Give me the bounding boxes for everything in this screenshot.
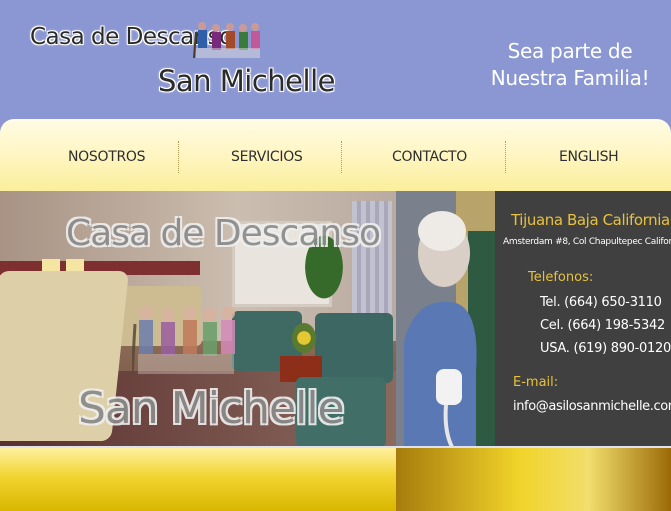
phone-cel[interactable]: Cel. (664) 198-5342	[540, 318, 665, 333]
nav-item-contacto[interactable]: CONTACTO	[392, 149, 467, 165]
slogan: Sea parte de Nuestra Familia!	[490, 38, 650, 92]
site-header: Casa de Descanso San Michelle Sea parte …	[0, 0, 671, 120]
slogan-line1: Sea parte de	[507, 39, 633, 63]
phones-heading: Telefonos:	[528, 270, 594, 285]
contact-address: Amsterdam #8, Col Chapultepec California	[503, 237, 671, 247]
flowers-icon	[292, 323, 316, 353]
phone-usa[interactable]: USA. (619) 890-0120	[540, 341, 671, 356]
contact-city: Tijuana Baja California	[511, 211, 670, 229]
nav-item-nosotros[interactable]: NOSOTROS	[68, 149, 145, 165]
elderly-people-watermark-icon	[132, 306, 235, 378]
phone-tel[interactable]: Tel. (664) 650-3110	[540, 295, 662, 310]
bottom-band-right	[396, 448, 671, 511]
sofa	[315, 313, 393, 383]
watermark-title-line1: Casa de Descanso	[66, 213, 381, 254]
email-heading: E-mail:	[513, 375, 559, 390]
nav-item-servicios[interactable]: SERVICIOS	[231, 149, 303, 165]
logo-title-line2[interactable]: San Michelle	[158, 64, 335, 98]
nav-divider	[341, 141, 342, 173]
nav-item-english[interactable]: ENGLISH	[559, 149, 619, 165]
contact-panel: Tijuana Baja California Amsterdam #8, Co…	[495, 191, 671, 447]
slogan-line2: Nuestra Familia!	[490, 66, 650, 90]
watermark-title-line2: San Michelle	[78, 383, 345, 434]
elderly-people-logo-icon	[193, 22, 260, 59]
main-nav: NOSOTROS SERVICIOS CONTACTO ENGLISH	[0, 119, 671, 191]
bottom-band-left	[0, 448, 396, 511]
elderly-man-illustration	[396, 191, 495, 447]
nav-divider	[178, 141, 179, 173]
nav-divider	[505, 141, 506, 173]
room-photo: Casa de Descanso San Michelle	[0, 191, 396, 447]
elderly-man-photo	[396, 191, 495, 447]
email-link[interactable]: info@asilosanmichelle.com	[513, 399, 671, 414]
